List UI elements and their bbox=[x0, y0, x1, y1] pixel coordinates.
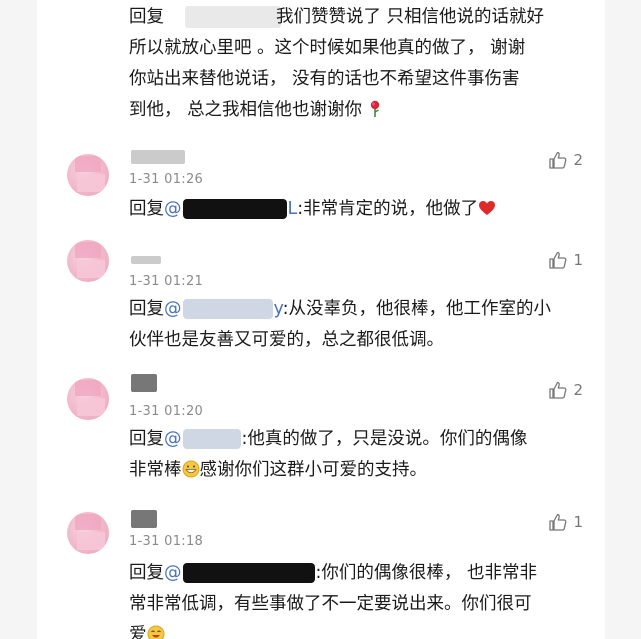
redacted-username bbox=[182, 199, 287, 219]
like-button[interactable]: 2 bbox=[548, 380, 583, 400]
reply-prefix: 回复 bbox=[129, 7, 164, 27]
thumbs-up-icon bbox=[549, 513, 567, 531]
reply-line: 所以就放心里吧 。这个时候如果他真的做了， 谢谢 bbox=[129, 38, 526, 58]
laugh-emoji-icon bbox=[147, 625, 164, 639]
avatar[interactable] bbox=[67, 240, 109, 282]
mention-link[interactable]: @ y bbox=[164, 299, 283, 319]
mention-link[interactable]: @ bbox=[164, 429, 242, 449]
heart-icon bbox=[479, 201, 496, 215]
reply-body: 感谢你们这群小可爱的支持。 bbox=[199, 460, 428, 480]
like-button[interactable]: 2 bbox=[548, 150, 583, 170]
reply-text: 回复@ L:非常肯定的说，他做了 bbox=[129, 194, 577, 225]
avatar[interactable] bbox=[67, 378, 109, 420]
like-count: 2 bbox=[573, 151, 583, 169]
rose-icon bbox=[370, 100, 379, 117]
reply-body: 常非常低调，有些事做了不一定要说出来。你们很可 bbox=[129, 594, 532, 614]
like-button[interactable]: 1 bbox=[548, 512, 583, 532]
mention-link[interactable]: @ bbox=[164, 563, 316, 583]
reply-body: :从没辜负，他很棒，他工作室的小 bbox=[282, 299, 551, 319]
reply-prefix: 回复 bbox=[129, 299, 164, 319]
thumbs-up-icon bbox=[549, 151, 567, 169]
username[interactable] bbox=[131, 374, 157, 392]
avatar[interactable] bbox=[67, 512, 109, 554]
reply-body: :他真的做了，只是没说。你们的偶像 bbox=[241, 429, 528, 449]
grin-emoji-icon bbox=[182, 460, 199, 478]
reply-body: :非常肯定的说，他做了 bbox=[297, 199, 479, 219]
reply-body: :你们的偶像很棒， 也非常非 bbox=[315, 563, 537, 583]
timestamp: 1-31 01:21 bbox=[129, 274, 204, 289]
like-count: 1 bbox=[573, 513, 583, 531]
reply-line: 我们赞赞说了 只相信他说的话就好 bbox=[276, 7, 545, 27]
reply-body: 伙伴也是友善又可爱的，总之都很低调。 bbox=[129, 330, 444, 350]
reply-body: 非常棒 bbox=[129, 460, 182, 480]
reply-text: 回复@:你们的偶像很棒， 也非常非 常非常低调，有些事做了不一定要说出来。你们很… bbox=[129, 558, 577, 639]
username[interactable] bbox=[131, 510, 157, 528]
thumbs-up-icon bbox=[549, 381, 567, 399]
timestamp: 1-31 01:18 bbox=[129, 534, 204, 549]
redacted-username bbox=[182, 563, 315, 583]
like-count: 2 bbox=[573, 381, 583, 399]
comment-list: 回复 我们赞赞说了 只相信他说的话就好 所以就放心里吧 。这个时候如果他真的做了，… bbox=[37, 0, 605, 639]
reply-prefix: 回复 bbox=[129, 563, 164, 583]
timestamp: 1-31 01:26 bbox=[129, 172, 204, 187]
reply-line: 你站出来替他说话， 没有的话也不希望这件事伤害 bbox=[129, 69, 520, 89]
thumbs-up-icon bbox=[549, 251, 567, 269]
mention-link[interactable]: @ L bbox=[164, 199, 297, 219]
redacted-username bbox=[182, 429, 241, 449]
reply-text: 回复@ y:从没辜负，他很棒，他工作室的小 伙伴也是友善又可爱的，总之都很低调。 bbox=[129, 294, 577, 356]
username[interactable] bbox=[131, 256, 161, 264]
like-button[interactable]: 1 bbox=[548, 250, 583, 270]
avatar[interactable] bbox=[67, 154, 109, 196]
reply-line: 到他， 总之我相信他也谢谢你 bbox=[129, 100, 363, 120]
timestamp: 1-31 01:20 bbox=[129, 404, 204, 419]
reply-body: 爱 bbox=[129, 625, 147, 639]
redacted-username bbox=[182, 299, 273, 319]
reply-text: 回复 我们赞赞说了 只相信他说的话就好 所以就放心里吧 。这个时候如果他真的做了，… bbox=[129, 2, 577, 126]
reply-prefix: 回复 bbox=[129, 429, 164, 449]
reply-text: 回复@:他真的做了，只是没说。你们的偶像 非常棒 感谢你们这群小可爱的支持。 bbox=[129, 424, 577, 486]
reply-prefix: 回复 bbox=[129, 199, 164, 219]
like-count: 1 bbox=[573, 251, 583, 269]
username[interactable] bbox=[131, 150, 185, 164]
